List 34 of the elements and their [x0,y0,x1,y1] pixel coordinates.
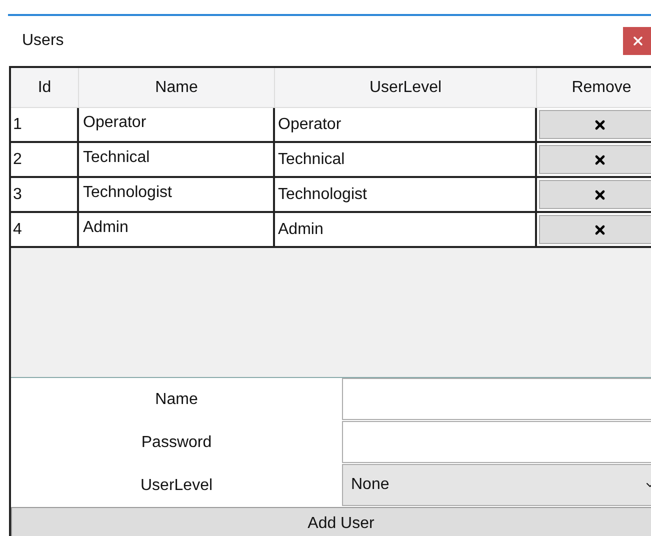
table-cell: 1 [11,108,79,141]
field-label: Password [141,432,212,452]
column-header[interactable]: UserLevel [275,68,537,107]
table-cell: 2 [11,143,79,176]
window-title: Users [22,31,64,51]
remove-button[interactable] [539,110,651,139]
close-icon [593,118,607,132]
userlevel-dropdown[interactable]: None [342,464,651,506]
table-cell: 3 [11,178,79,211]
field-label: UserLevel [140,476,213,496]
column-header[interactable]: Remove [537,68,651,107]
close-button[interactable] [622,27,651,55]
add-user-button[interactable]: Add User [11,507,651,536]
table-cell: Admin [79,213,275,246]
remove-button[interactable] [539,215,651,244]
close-icon [593,188,607,202]
remove-button[interactable] [539,145,651,174]
field-label: Name [155,390,198,410]
table-cell: 4 [11,213,79,246]
table-cell: Technologist [275,178,537,211]
password-field[interactable] [342,421,651,463]
table-cell: Operator [79,108,275,141]
table-cell: Technical [275,143,537,176]
close-icon [630,34,645,48]
column-header[interactable]: Id [11,68,79,107]
table-cell: Admin [275,213,537,246]
close-icon [593,152,607,166]
name-field[interactable] [342,378,651,420]
remove-button[interactable] [539,180,651,209]
close-icon [593,222,607,236]
table-cell: Technical [79,143,275,176]
column-header[interactable]: Name [79,68,275,107]
table-cell: Technologist [79,178,275,211]
table-cell: Operator [275,108,537,141]
